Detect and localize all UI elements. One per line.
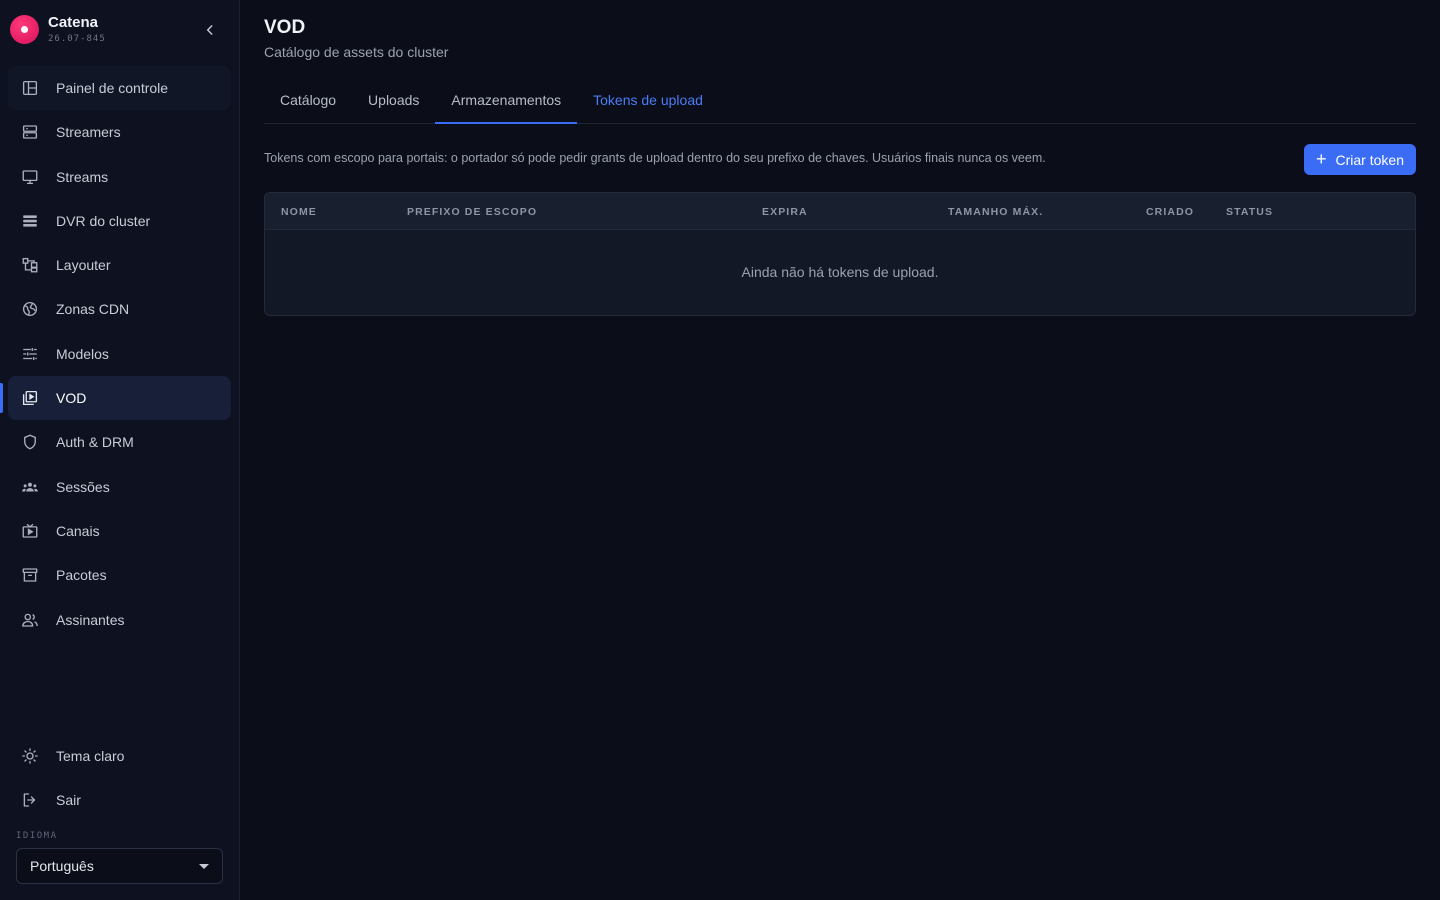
subscribers-icon: [21, 611, 39, 629]
create-token-label: Criar token: [1335, 151, 1404, 168]
sidebar-item-label: Sair: [56, 792, 81, 809]
brand-logo-icon: [10, 14, 39, 44]
users-group-icon: [21, 478, 39, 496]
brand: Catena 26.07-845: [10, 12, 230, 46]
tab-bar: Catálogo Uploads Armazenamentos Tokens d…: [264, 76, 1416, 124]
tokens-table: NOME PREFIXO DE ESCOPO EXPIRA TAMANHO MÁ…: [264, 192, 1416, 316]
table-header: NOME PREFIXO DE ESCOPO EXPIRA TAMANHO MÁ…: [265, 193, 1415, 230]
language-value: Português: [30, 858, 94, 874]
plus-icon: +: [1316, 148, 1327, 169]
layout-icon: [21, 256, 39, 274]
sidebar-item-label: Modelos: [56, 345, 109, 362]
sidebar-item-label: VOD: [56, 390, 87, 407]
caret-down-icon: [199, 864, 209, 869]
column-header-expira[interactable]: EXPIRA: [762, 206, 808, 218]
chevron-left-icon: [206, 25, 213, 35]
sidebar-item-label: Sessões: [56, 478, 110, 495]
logout-button[interactable]: Sair: [8, 778, 231, 822]
sidebar-item-label: Assinantes: [56, 611, 125, 628]
shield-icon: [21, 433, 39, 451]
globe-icon: [21, 300, 39, 318]
sidebar-item-label: Canais: [56, 522, 100, 539]
sidebar-item-assinantes[interactable]: Assinantes: [8, 598, 231, 642]
column-header-criado[interactable]: CRIADO: [1146, 206, 1194, 218]
brand-version: 26.07-845: [48, 33, 106, 44]
column-header-tamanho[interactable]: TAMANHO MÁX.: [948, 206, 1043, 218]
column-header-nome[interactable]: NOME: [281, 206, 317, 218]
language-select[interactable]: Português: [16, 848, 223, 884]
page-subtitle: Catálogo de assets do cluster: [264, 44, 449, 60]
language-label: IDIOMA: [16, 831, 58, 841]
sidebar: Catena 26.07-845 Painel de controle Stre…: [0, 0, 240, 900]
sidebar-item-label: Auth & DRM: [56, 434, 134, 451]
sidebar-nav: Painel de controle Streamers Streams DVR…: [0, 66, 231, 642]
collapse-sidebar-button[interactable]: [200, 20, 220, 40]
video-library-icon: [21, 389, 39, 407]
sidebar-item-canais[interactable]: Canais: [8, 509, 231, 553]
table-empty-message: Ainda não há tokens de upload.: [741, 264, 939, 280]
brand-name: Catena: [48, 13, 99, 31]
theme-toggle-button[interactable]: Tema claro: [8, 734, 231, 778]
app-root: Catena 26.07-845 Painel de controle Stre…: [0, 0, 1440, 900]
main-content: VOD Catálogo de assets do cluster Catálo…: [240, 0, 1440, 900]
tab-tokens-de-upload[interactable]: Tokens de upload: [577, 76, 719, 123]
column-header-status[interactable]: STATUS: [1226, 206, 1273, 218]
sidebar-item-painel[interactable]: Painel de controle: [8, 66, 231, 110]
sidebar-item-pacotes[interactable]: Pacotes: [8, 553, 231, 597]
sidebar-item-streamers[interactable]: Streamers: [8, 110, 231, 154]
server-icon: [21, 123, 39, 141]
sidebar-item-label: Pacotes: [56, 567, 107, 584]
sidebar-item-streams[interactable]: Streams: [8, 155, 231, 199]
tab-uploads[interactable]: Uploads: [352, 76, 435, 123]
sidebar-item-label: DVR do cluster: [56, 212, 151, 229]
sidebar-item-label: Tema claro: [56, 748, 125, 764]
page-title: VOD: [264, 17, 306, 38]
storage-icon: [21, 212, 39, 230]
logout-icon: [21, 791, 39, 809]
archive-icon: [21, 566, 39, 584]
monitor-icon: [21, 168, 39, 186]
sidebar-item-sessoes[interactable]: Sessões: [8, 465, 231, 509]
sidebar-item-label: Streamers: [56, 124, 121, 141]
sliders-icon: [21, 345, 39, 363]
sidebar-item-label: Streams: [56, 168, 109, 185]
dashboard-icon: [21, 79, 39, 97]
tab-catalogo[interactable]: Catálogo: [264, 76, 352, 123]
tokens-description: Tokens com escopo para portais: o portad…: [264, 151, 1046, 165]
sidebar-bottom: Tema claro Sair: [8, 734, 231, 823]
sidebar-item-dvr[interactable]: DVR do cluster: [8, 199, 231, 243]
sidebar-item-layouter[interactable]: Layouter: [8, 243, 231, 287]
sidebar-item-vod[interactable]: VOD: [0, 376, 231, 421]
create-token-button[interactable]: + Criar token: [1304, 144, 1416, 175]
tv-icon: [21, 522, 39, 540]
sidebar-item-label: Layouter: [56, 257, 111, 274]
sidebar-item-auth-drm[interactable]: Auth & DRM: [8, 420, 231, 464]
column-header-prefixo[interactable]: PREFIXO DE ESCOPO: [407, 206, 537, 218]
sidebar-item-label: Painel de controle: [56, 80, 169, 96]
sidebar-item-zonas-cdn[interactable]: Zonas CDN: [8, 287, 231, 331]
sidebar-item-label: Zonas CDN: [56, 301, 130, 318]
tab-armazenamentos[interactable]: Armazenamentos: [435, 76, 577, 124]
sun-icon: [21, 747, 39, 765]
sidebar-item-modelos[interactable]: Modelos: [8, 332, 231, 376]
